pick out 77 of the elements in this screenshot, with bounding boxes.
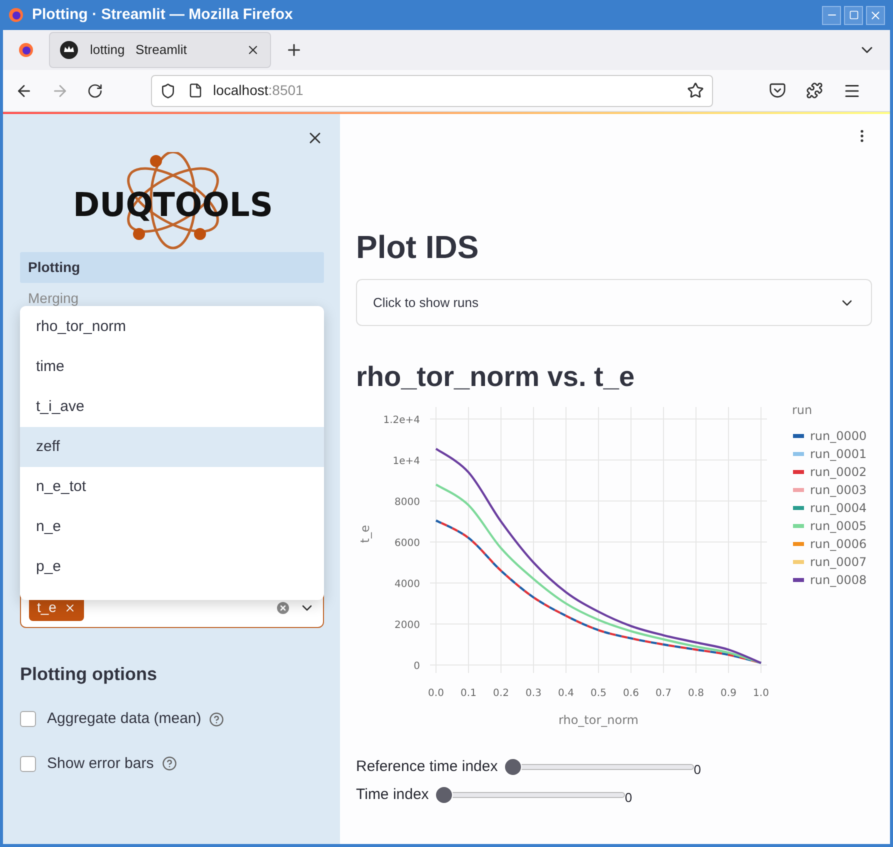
address-bar[interactable]: localhost:8501 [151,74,713,106]
minimize-button[interactable] [822,6,841,24]
checkbox[interactable] [20,711,36,728]
firefox-icon [8,7,24,23]
dropdown-option[interactable]: t_i_ave [20,387,324,427]
crown-icon [60,41,78,59]
reload-icon[interactable] [87,82,103,98]
y-tick-label: 0 [414,661,420,672]
x-tick-label: 0.3 [526,688,542,699]
remove-tag-icon[interactable] [64,602,76,614]
chart-heading: rho_tor_norm vs. t_e [356,360,636,394]
legend-label: run_0000 [810,429,867,443]
shield-icon [160,82,176,98]
url-text: localhost:8501 [213,81,304,100]
page-title: Plot IDS [356,228,480,267]
tab-title: lotting Streamlit [90,41,187,60]
legend-label: run_0004 [810,501,867,515]
dropdown-option[interactable]: n_e_tot [20,467,324,507]
legend-label: run_0007 [810,555,867,569]
checkbox[interactable] [20,756,36,772]
y-axis-title: t_e [358,524,372,544]
bookmark-star-icon[interactable] [687,82,704,99]
slider-label: Reference time index [356,756,498,777]
slider-thumb[interactable] [504,758,522,776]
help-icon[interactable] [209,712,224,727]
clear-icon[interactable] [275,600,291,616]
x-tick-label: 0.2 [493,688,509,699]
x-tick-label: 0.7 [656,688,672,699]
x-tick-label: 1.0 [753,688,769,699]
slider-label: Time index [356,784,429,805]
close-icon [869,8,882,22]
help-icon[interactable] [162,756,177,772]
new-tab-icon[interactable] [285,41,303,59]
runs-expander[interactable]: Click to show runs [356,279,872,326]
checkbox-label: Show error bars [47,754,154,774]
y-tick-label: 6000 [394,538,420,549]
legend-label: run_0003 [810,483,867,497]
y-tick-label: 8000 [394,497,420,508]
x-tick-label: 0.4 [558,688,574,699]
x-tick-label: 0.5 [590,688,606,699]
dropdown-option[interactable]: p_e [20,547,324,587]
y-tick-label: 4000 [394,579,420,590]
legend-label: run_0005 [810,519,867,533]
x-tick-label: 0.8 [688,688,704,699]
extensions-icon[interactable] [806,82,823,99]
legend-title: run [792,403,812,417]
x-tick-label: 0.9 [720,688,736,699]
legend-label: run_0002 [810,465,867,479]
slider-value: 0 [694,761,701,780]
pocket-icon[interactable] [769,82,786,99]
nav-link[interactable]: Plotting [20,252,324,283]
close-button[interactable] [866,6,885,24]
section-heading: Plotting options [20,663,158,686]
browser-tab[interactable]: lotting Streamlit [49,32,271,68]
dropdown-option[interactable]: zeff [20,427,324,467]
legend-label: run_0008 [810,573,867,587]
slider-value: 0 [624,789,632,808]
firefox-icon[interactable] [18,42,34,58]
close-tab-icon[interactable] [246,43,260,57]
maximize-button[interactable] [844,6,863,24]
y-tick-label: 2000 [394,620,420,631]
x-tick-label: 0.1 [460,688,476,699]
window-title: Plotting · Streamlit — Mozilla Firefox [32,4,293,25]
legend-label: run_0006 [810,537,867,551]
page-icon [188,83,203,98]
slider-thumb[interactable] [434,786,453,804]
maximize-icon [848,10,858,20]
dropdown-option[interactable]: n_e [20,507,324,547]
dropdown-option[interactable]: time [20,347,324,387]
checkbox-label: Aggregate data (mean) [47,709,202,729]
y-tick-label: 1e+4 [392,456,420,467]
legend-label: run_0001 [810,447,867,461]
y-tick-label: 1.2e+4 [383,415,420,426]
x-axis-title: rho_tor_norm [558,713,638,727]
dropdown-option[interactable]: rho_tor_norm [20,307,324,347]
x-tick-label: 0.0 [428,688,444,699]
x-tick-label: 0.6 [623,688,639,699]
